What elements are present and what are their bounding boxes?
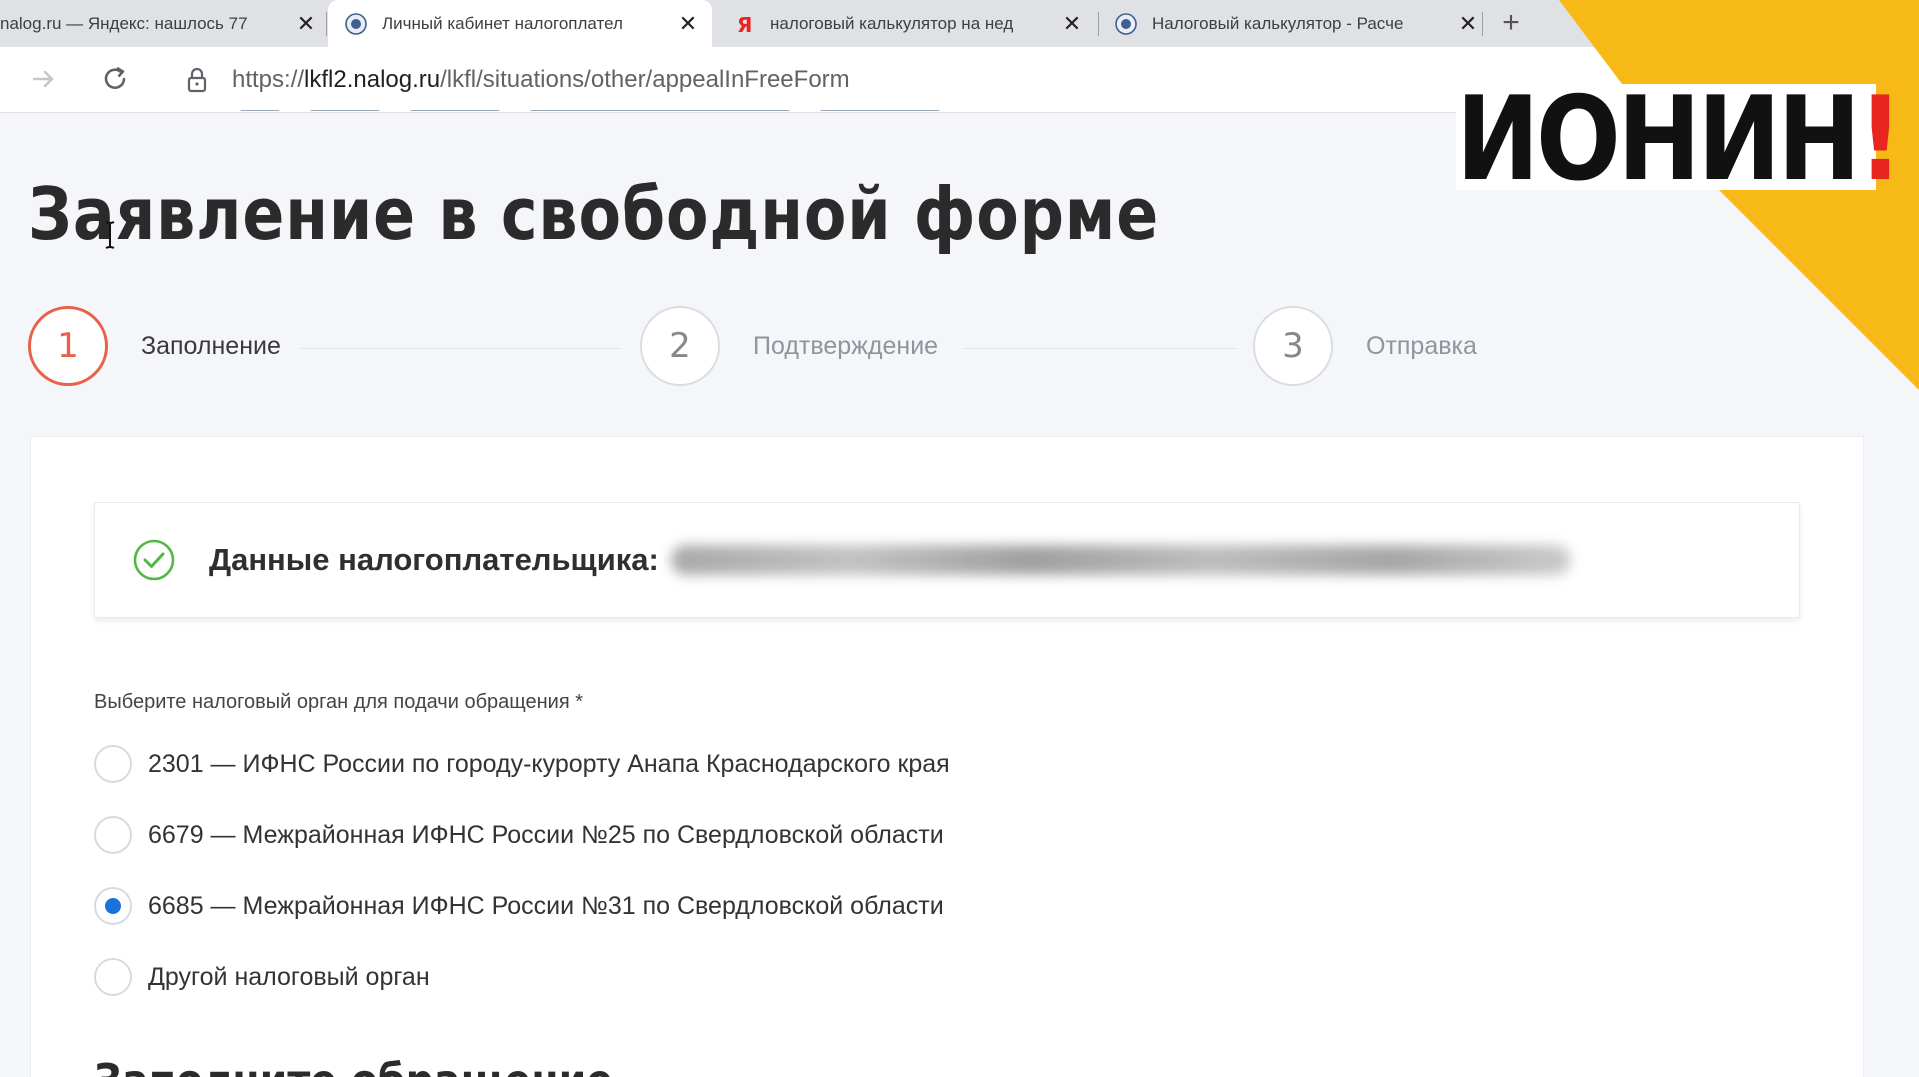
close-icon[interactable]: ✕ <box>676 11 700 37</box>
tab-lk-nalog[interactable]: Личный кабинет налогоплател ✕ <box>328 0 712 47</box>
tab-title: налоговый калькулятор на нед <box>770 13 1014 33</box>
logo-mark: ! <box>1857 72 1903 207</box>
radio-button[interactable] <box>94 958 132 996</box>
tax-office-option-6679[interactable]: 6679 — Межрайонная ИФНС России №25 по Св… <box>94 816 944 854</box>
step-label: Отправка <box>1366 331 1477 360</box>
close-icon[interactable]: ✕ <box>1456 11 1480 37</box>
tab-yandex-calculator[interactable]: Я налоговый калькулятор на нед ✕ <box>716 0 1096 47</box>
taxpayer-data-panel: Данные налогоплательщика: <box>94 502 1800 618</box>
lock-icon <box>187 67 207 93</box>
tax-office-option-other[interactable]: Другой налоговый орган <box>94 958 430 996</box>
tab-separator <box>1098 12 1099 36</box>
tab-separator <box>326 12 327 36</box>
stepper-connector <box>962 348 1238 349</box>
section-heading: Заполните обращение <box>94 1054 613 1077</box>
step-number: 2 <box>640 306 720 386</box>
svg-text:Я: Я <box>737 13 752 36</box>
text-cursor-icon <box>105 221 115 249</box>
radio-button-selected[interactable] <box>94 887 132 925</box>
taxpayer-label: Данные налогоплательщика: <box>209 542 659 577</box>
fns-emblem-icon <box>1115 12 1137 35</box>
fns-emblem-icon <box>345 12 367 35</box>
url-text: https://lkfl2.nalog.ru/lkfl/situations/o… <box>232 66 850 94</box>
step-confirmation: 2 Подтверждение <box>640 306 938 386</box>
reload-icon <box>104 66 126 89</box>
address-bar[interactable]: https://lkfl2.nalog.ru/lkfl/situations/o… <box>162 56 1462 104</box>
tab-tax-calculator[interactable]: Налоговый калькулятор - Расче ✕ <box>1102 0 1488 47</box>
step-number: 1 <box>28 306 108 386</box>
url-scheme: https:// <box>232 66 305 93</box>
radio-button[interactable] <box>94 745 132 783</box>
tab-yandex-search[interactable]: nalog.ru — Яндекс: нашлось 77 ✕ <box>0 0 318 47</box>
radio-dot <box>105 898 121 914</box>
tab-title: Личный кабинет налогоплател <box>382 13 623 33</box>
stepper-connector <box>300 348 622 349</box>
arrow-right-icon <box>32 70 54 88</box>
check-circle-icon <box>133 539 175 581</box>
tax-office-option-6685[interactable]: 6685 — Межрайонная ИФНС России №31 по Св… <box>94 887 944 925</box>
url-host: lkfl2.nalog.ru <box>304 66 441 93</box>
redacted-taxpayer-name <box>670 545 1571 575</box>
radio-label: 2301 — ИФНС России по городу-курорту Ана… <box>148 749 950 778</box>
radio-label: Другой налоговый орган <box>148 962 430 991</box>
close-icon[interactable]: ✕ <box>294 11 318 37</box>
close-icon[interactable]: ✕ <box>1060 11 1084 37</box>
radio-label: 6679 — Межрайонная ИФНС России №25 по Св… <box>148 820 944 849</box>
step-label: Подтверждение <box>753 331 939 360</box>
tab-separator <box>1482 12 1483 36</box>
tab-title: nalog.ru — Яндекс: нашлось 77 <box>0 13 248 33</box>
logo-text: ИОНИН! <box>1456 76 1903 204</box>
yandex-icon: Я <box>737 13 752 36</box>
tax-office-label: Выберите налоговый орган для подачи обра… <box>94 691 584 713</box>
radio-button[interactable] <box>94 816 132 854</box>
step-sending: 3 Отправка <box>1253 306 1477 386</box>
forward-button[interactable] <box>24 59 64 99</box>
url-path: /lkfl/situations/other/appealInFreeForm <box>440 66 850 93</box>
reload-button[interactable] <box>95 59 135 99</box>
cropped-breadcrumb <box>240 101 1000 111</box>
logo-word: ИОНИН <box>1456 72 1861 207</box>
tab-title: Налоговый калькулятор - Расче <box>1152 13 1404 33</box>
step-number: 3 <box>1253 306 1333 386</box>
radio-label: 6685 — Межрайонная ИФНС России №31 по Св… <box>148 891 944 920</box>
tax-office-option-2301[interactable]: 2301 — ИФНС России по городу-курорту Ана… <box>94 745 950 783</box>
step-label: Заполнение <box>141 331 281 360</box>
channel-logo: ИОНИН! <box>1456 76 1903 203</box>
page-title: Заявление в свободной форме <box>28 172 1160 256</box>
step-filling: 1 Заполнение <box>28 306 281 386</box>
